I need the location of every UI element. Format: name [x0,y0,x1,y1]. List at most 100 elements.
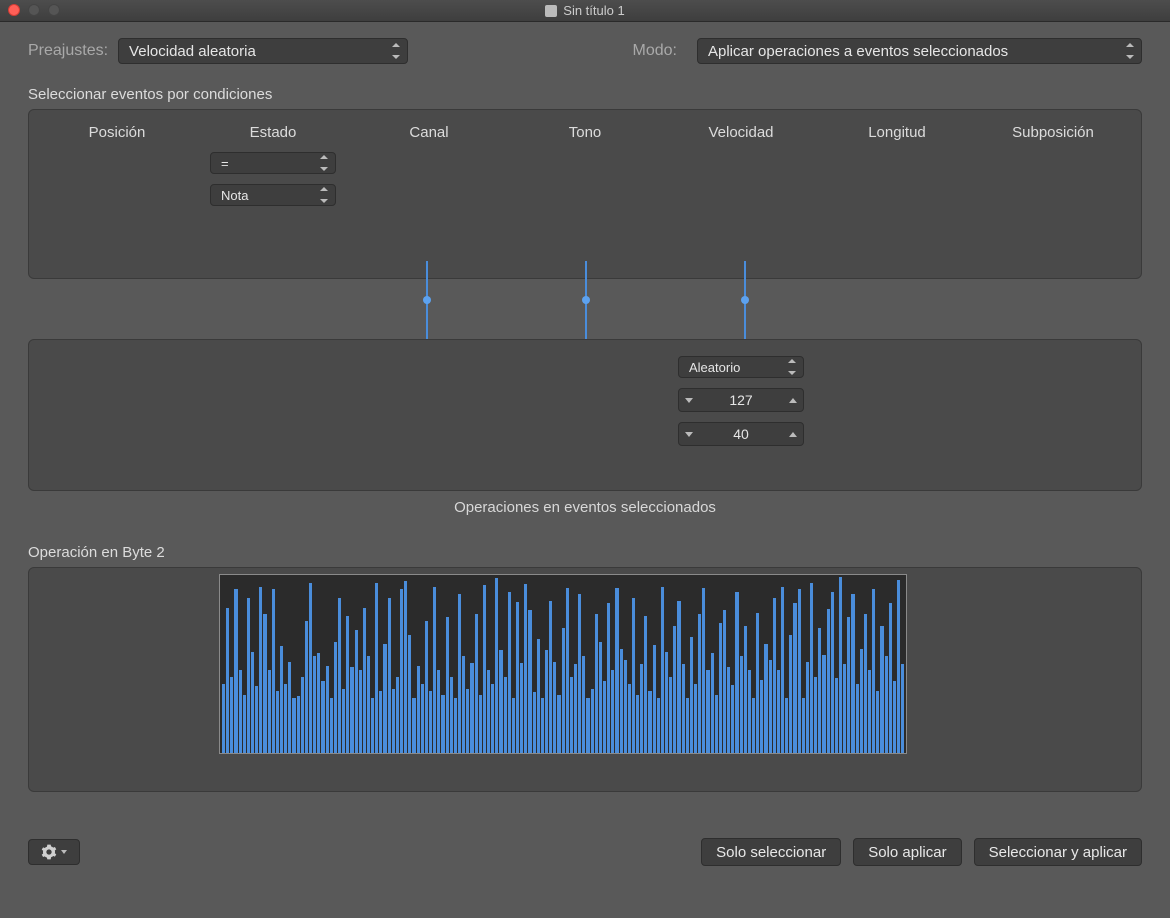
bar [764,644,767,753]
bar [702,588,705,753]
bar [326,666,329,753]
bar [872,589,875,753]
bar [727,667,730,753]
bar [458,594,461,753]
bar [607,603,610,753]
bar [375,583,378,753]
bar [752,698,755,753]
bar [305,621,308,753]
column-header: Posición [39,124,195,141]
bar [342,689,345,753]
bar [247,598,250,753]
bar [785,698,788,753]
bar [268,670,271,753]
bar [686,698,689,753]
bar [292,698,295,753]
bar [379,691,382,753]
velocity-high-stepper[interactable]: 127 [678,388,804,412]
bar [640,664,643,753]
bar [620,649,623,753]
operations-section-label: Operaciones en eventos seleccionados [28,499,1142,516]
mode-select[interactable]: Aplicar operaciones a eventos selecciona… [697,38,1142,64]
bar [624,660,627,753]
chevron-up-icon [789,432,797,437]
bar [491,684,494,753]
bar [744,626,747,753]
column-header: Subposición [975,124,1131,141]
estado-operator-select[interactable]: = [210,152,336,174]
bar [408,635,411,753]
preset-select[interactable]: Velocidad aleatoria [118,38,408,64]
bar [835,678,838,753]
select-and-apply-button[interactable]: Seleccionar y aplicar [974,838,1142,866]
close-window-button[interactable] [8,4,20,16]
bar [520,663,523,753]
apply-only-button[interactable]: Solo aplicar [853,838,961,866]
bar [665,652,668,753]
bar [276,691,279,753]
bar [259,587,262,753]
bar [255,686,258,753]
bar [425,621,428,753]
bar [756,613,759,753]
bar [226,608,229,754]
connector [426,261,428,339]
chevron-down-icon [61,850,67,854]
bar [860,649,863,753]
bar [429,691,432,753]
estado-type-select[interactable]: Nota [210,184,336,206]
bar [557,695,560,753]
bar [885,656,888,753]
bar [847,617,850,753]
chevron-down-icon [685,432,693,437]
stepper-decrement[interactable] [681,423,697,445]
velocity-mode-select[interactable]: Aleatorio [678,356,804,378]
chevron-down-icon [685,398,693,403]
bar [810,583,813,753]
titlebar: Sin título 1 [0,0,1170,22]
stepper-decrement[interactable] [681,389,697,411]
bar [359,670,362,753]
bar [321,681,324,753]
bar [603,681,606,753]
document-icon [545,5,557,17]
connector [744,261,746,339]
select-only-button[interactable]: Solo seleccionar [701,838,841,866]
settings-menu-button[interactable] [28,839,80,865]
bar [748,670,751,753]
bar [462,656,465,753]
bar [706,670,709,753]
column-header: Estado [195,124,351,141]
bar [856,684,859,753]
bar [466,689,469,753]
bar [479,695,482,753]
bar [711,653,714,753]
bar [234,589,237,753]
bar [437,670,440,753]
minimize-window-button[interactable] [28,4,40,16]
bar [644,616,647,753]
bar [338,598,341,753]
stepper-increment[interactable] [785,423,801,445]
bar [400,589,403,753]
bar [230,677,233,753]
bar [512,698,515,753]
velocity-mode-value: Aleatorio [689,360,740,375]
conditions-columns: Posición Estado Canal Tono Velocidad Lon… [39,124,1131,141]
bar [330,698,333,753]
bar [537,639,540,753]
bar [694,684,697,753]
bar [582,656,585,753]
estado-operator-value: = [221,156,229,171]
bar [263,614,266,753]
bar [475,614,478,753]
bar [864,614,867,753]
zoom-window-button[interactable] [48,4,60,16]
velocity-low-stepper[interactable]: 40 [678,422,804,446]
bar [731,685,734,753]
stepper-increment[interactable] [785,389,801,411]
chevron-up-icon [789,398,797,403]
bar [313,656,316,753]
bar [528,610,531,753]
bar [417,666,420,753]
